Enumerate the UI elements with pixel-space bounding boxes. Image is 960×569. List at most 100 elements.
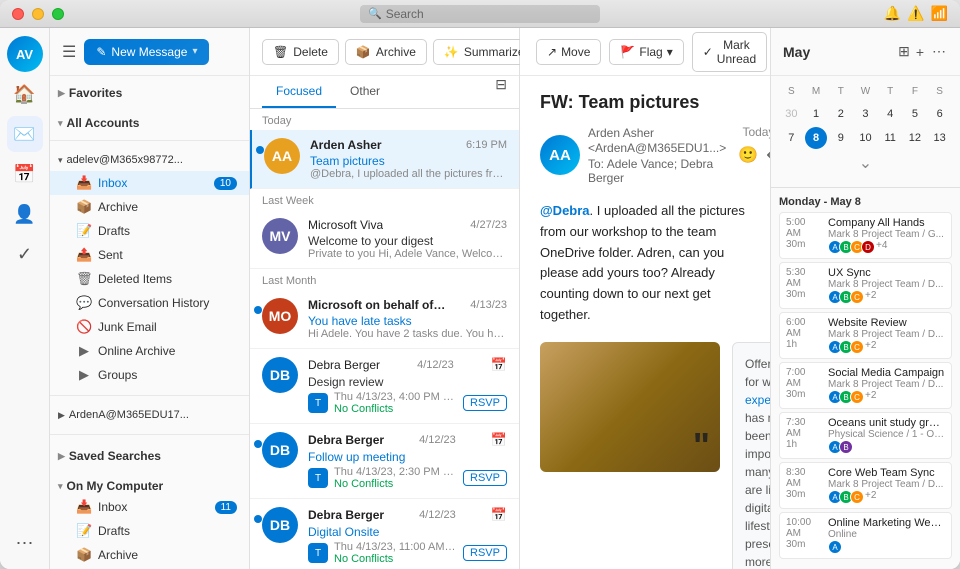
cal-date[interactable]: 12 [904, 127, 926, 149]
archive-folder[interactable]: 📦 Archive [50, 195, 249, 219]
cal-event[interactable]: 7:30 AM1h Oceans unit study group Physic… [779, 412, 952, 459]
hamburger-menu[interactable]: ☰ [62, 42, 76, 62]
reading-pane: ↗ Move 🚩 Flag ▾ ✓ Mark Unread ↻ Sync [520, 28, 770, 569]
calendar-more-icon[interactable]: ⋯ [930, 41, 948, 62]
email-item[interactable]: DB Debra Berger 4/12/23 📅 Follow up meet… [250, 424, 519, 499]
alert-icon[interactable]: ⚠️ [907, 5, 924, 22]
all-accounts-header[interactable]: ▾ All Accounts [50, 110, 249, 132]
cal-day-section: Monday - May 8 5:00 AM30m Company All Ha… [779, 196, 952, 559]
cal-date[interactable]: 4 [879, 103, 901, 125]
sidebar: ☰ ✎ New Message ▾ ▶ Favorites ▾ All Acco… [50, 28, 250, 569]
notifications-icon[interactable]: 🔔 [884, 5, 901, 22]
tab-other[interactable]: Other [336, 76, 394, 108]
titlebar-icons: 🔔 ⚠️ 📶 [884, 5, 948, 22]
cal-event[interactable]: 10:00 AM30m Online Marketing Weekl... On… [779, 512, 952, 559]
rsvp-button[interactable]: RSVP [463, 395, 507, 411]
cal-date[interactable]: 3 [854, 103, 876, 125]
favorites-header[interactable]: ▶ Favorites [50, 80, 249, 102]
cal-date[interactable]: 11 [879, 127, 901, 149]
tab-focused[interactable]: Focused [262, 76, 336, 108]
mail-icon[interactable]: ✉️ [7, 116, 43, 152]
inbox-badge: 10 [214, 177, 237, 190]
minimize-button[interactable] [32, 8, 44, 20]
people-icon[interactable]: 👤 [7, 196, 43, 232]
conversation-folder[interactable]: 💬 Conversation History [50, 291, 249, 315]
email-item[interactable]: DB Debra Berger 4/12/23 📅 Digital Onsite… [250, 499, 519, 569]
calendar-icon[interactable]: 📅 [7, 156, 43, 192]
rsvp-button[interactable]: RSVP [463, 545, 507, 561]
delete-icon: 🗑 [76, 271, 92, 287]
email-meta: AA Arden Asher <ArdenA@M365EDU1...> To: … [540, 125, 750, 185]
on-my-computer-header[interactable]: ▾ On My Computer [50, 473, 249, 495]
junk-folder[interactable]: 🚫 Junk Email [50, 315, 249, 339]
omc-drafts-folder[interactable]: 📝 Drafts [50, 519, 249, 543]
online-archive-folder[interactable]: ▶ Online Archive [50, 339, 249, 363]
home-icon[interactable]: 🏠 [7, 76, 43, 112]
omc-archive-folder[interactable]: 📦 Archive [50, 543, 249, 567]
cal-event[interactable]: 8:30 AM30m Core Web Team Sync Mark 8 Pro… [779, 462, 952, 509]
delete-button[interactable]: 🗑 Delete [262, 39, 339, 65]
cal-event[interactable]: 5:30 AM30m UX Sync Mark 8 Project Team /… [779, 262, 952, 309]
account2-header[interactable]: ▶ ArdenA@M365EDU17... [50, 404, 249, 426]
cal-date[interactable]: 9 [830, 127, 852, 149]
cal-date[interactable]: 1 [805, 103, 827, 125]
maximize-button[interactable] [52, 8, 64, 20]
cal-date[interactable]: 2 [830, 103, 852, 125]
calendar-events[interactable]: Monday - May 8 5:00 AM30m Company All Ha… [771, 192, 960, 569]
cal-event[interactable]: 7:00 AM30m Social Media Campaign Mark 8 … [779, 362, 952, 409]
filter-icon[interactable]: ⊟ [495, 76, 507, 108]
cal-date-today[interactable]: 8 [805, 127, 827, 149]
groups-folder[interactable]: ▶ Groups [50, 363, 249, 387]
search-input[interactable]: Search [386, 7, 424, 21]
calendar-expand[interactable]: ⌄ [779, 151, 952, 175]
flag-button[interactable]: 🚩 Flag ▾ [609, 39, 683, 65]
saved-searches-header[interactable]: ▶ Saved Searches [50, 443, 249, 465]
divider3 [50, 434, 249, 435]
cal-date[interactable]: 6 [929, 103, 951, 125]
chevron-icon: ▾ [58, 118, 63, 129]
rsvp-button[interactable]: RSVP [463, 470, 507, 486]
account2-section: ▶ ArdenA@M365EDU17... [50, 400, 249, 430]
cal-date[interactable]: 10 [854, 127, 876, 149]
cal-event[interactable]: 5:00 AM30m Company All Hands Mark 8 Proj… [779, 212, 952, 259]
account1-header[interactable]: ▾ adelev@M365x98772... [50, 149, 249, 171]
omc-inbox-folder[interactable]: 📥 Inbox 11 [50, 495, 249, 519]
chevron-icon: ▾ [58, 155, 63, 166]
tasks-icon[interactable]: ✓ [7, 236, 43, 272]
user-avatar[interactable]: AV [7, 36, 43, 72]
archive-button[interactable]: 📦 Archive [345, 39, 427, 65]
new-message-button[interactable]: ✎ New Message ▾ [84, 39, 209, 65]
move-button[interactable]: ↗ Move [536, 39, 601, 65]
email-list-scroll[interactable]: Today AA Arden Asher 6:19 PM Team pictur… [250, 109, 519, 569]
close-button[interactable] [12, 8, 24, 20]
unread-dot [256, 146, 264, 154]
calendar-header: May ⊞ + ⋯ [771, 28, 960, 76]
email-item[interactable]: DB Debra Berger 4/12/23 📅 Design review … [250, 349, 519, 424]
calendar-grid-icon[interactable]: ⊞ [898, 43, 910, 60]
cal-date[interactable]: 30 [780, 103, 802, 125]
mark-unread-button[interactable]: ✓ Mark Unread [692, 32, 767, 72]
email-actions: 🙂 ↩ ↩↩ ↪ [738, 145, 770, 165]
email-item[interactable]: AA Arden Asher 6:19 PM Team pictures @De… [250, 130, 519, 189]
email-list-toolbar: 🗑 Delete 📦 Archive ✨ Summarize 🚩 Report [250, 28, 519, 76]
cal-date[interactable]: 13 [929, 127, 951, 149]
add-event-button[interactable]: + [914, 42, 926, 62]
email-content: Microsoft on behalf of your organization… [308, 298, 507, 340]
drafts-folder[interactable]: 📝 Drafts [50, 219, 249, 243]
email-item[interactable]: MV Microsoft Viva 4/27/23 Welcome to you… [250, 210, 519, 269]
cal-event[interactable]: 6:00 AM1h Website Review Mark 8 Project … [779, 312, 952, 359]
apps-icon[interactable]: ⋯ [7, 525, 43, 561]
inbox-folder[interactable]: 📥 Inbox 10 [50, 171, 249, 195]
email-content: Debra Berger 4/12/23 📅 Follow up meeting… [308, 432, 507, 490]
chevron-down-icon: ▾ [667, 45, 673, 59]
inbox-icon: 📥 [76, 175, 92, 191]
emoji-icon[interactable]: 🙂 [738, 145, 758, 165]
cal-date[interactable]: 7 [780, 127, 802, 149]
cal-date[interactable]: 5 [904, 103, 926, 125]
search-bar[interactable]: 🔍 Search [360, 5, 600, 23]
deleted-folder[interactable]: 🗑 Deleted Items [50, 267, 249, 291]
sent-folder[interactable]: 📤 Sent [50, 243, 249, 267]
settings-icon[interactable]: 📶 [931, 5, 948, 22]
email-item[interactable]: MO Microsoft on behalf of your organizat… [250, 290, 519, 349]
chevron-icon: ▶ [58, 451, 65, 462]
